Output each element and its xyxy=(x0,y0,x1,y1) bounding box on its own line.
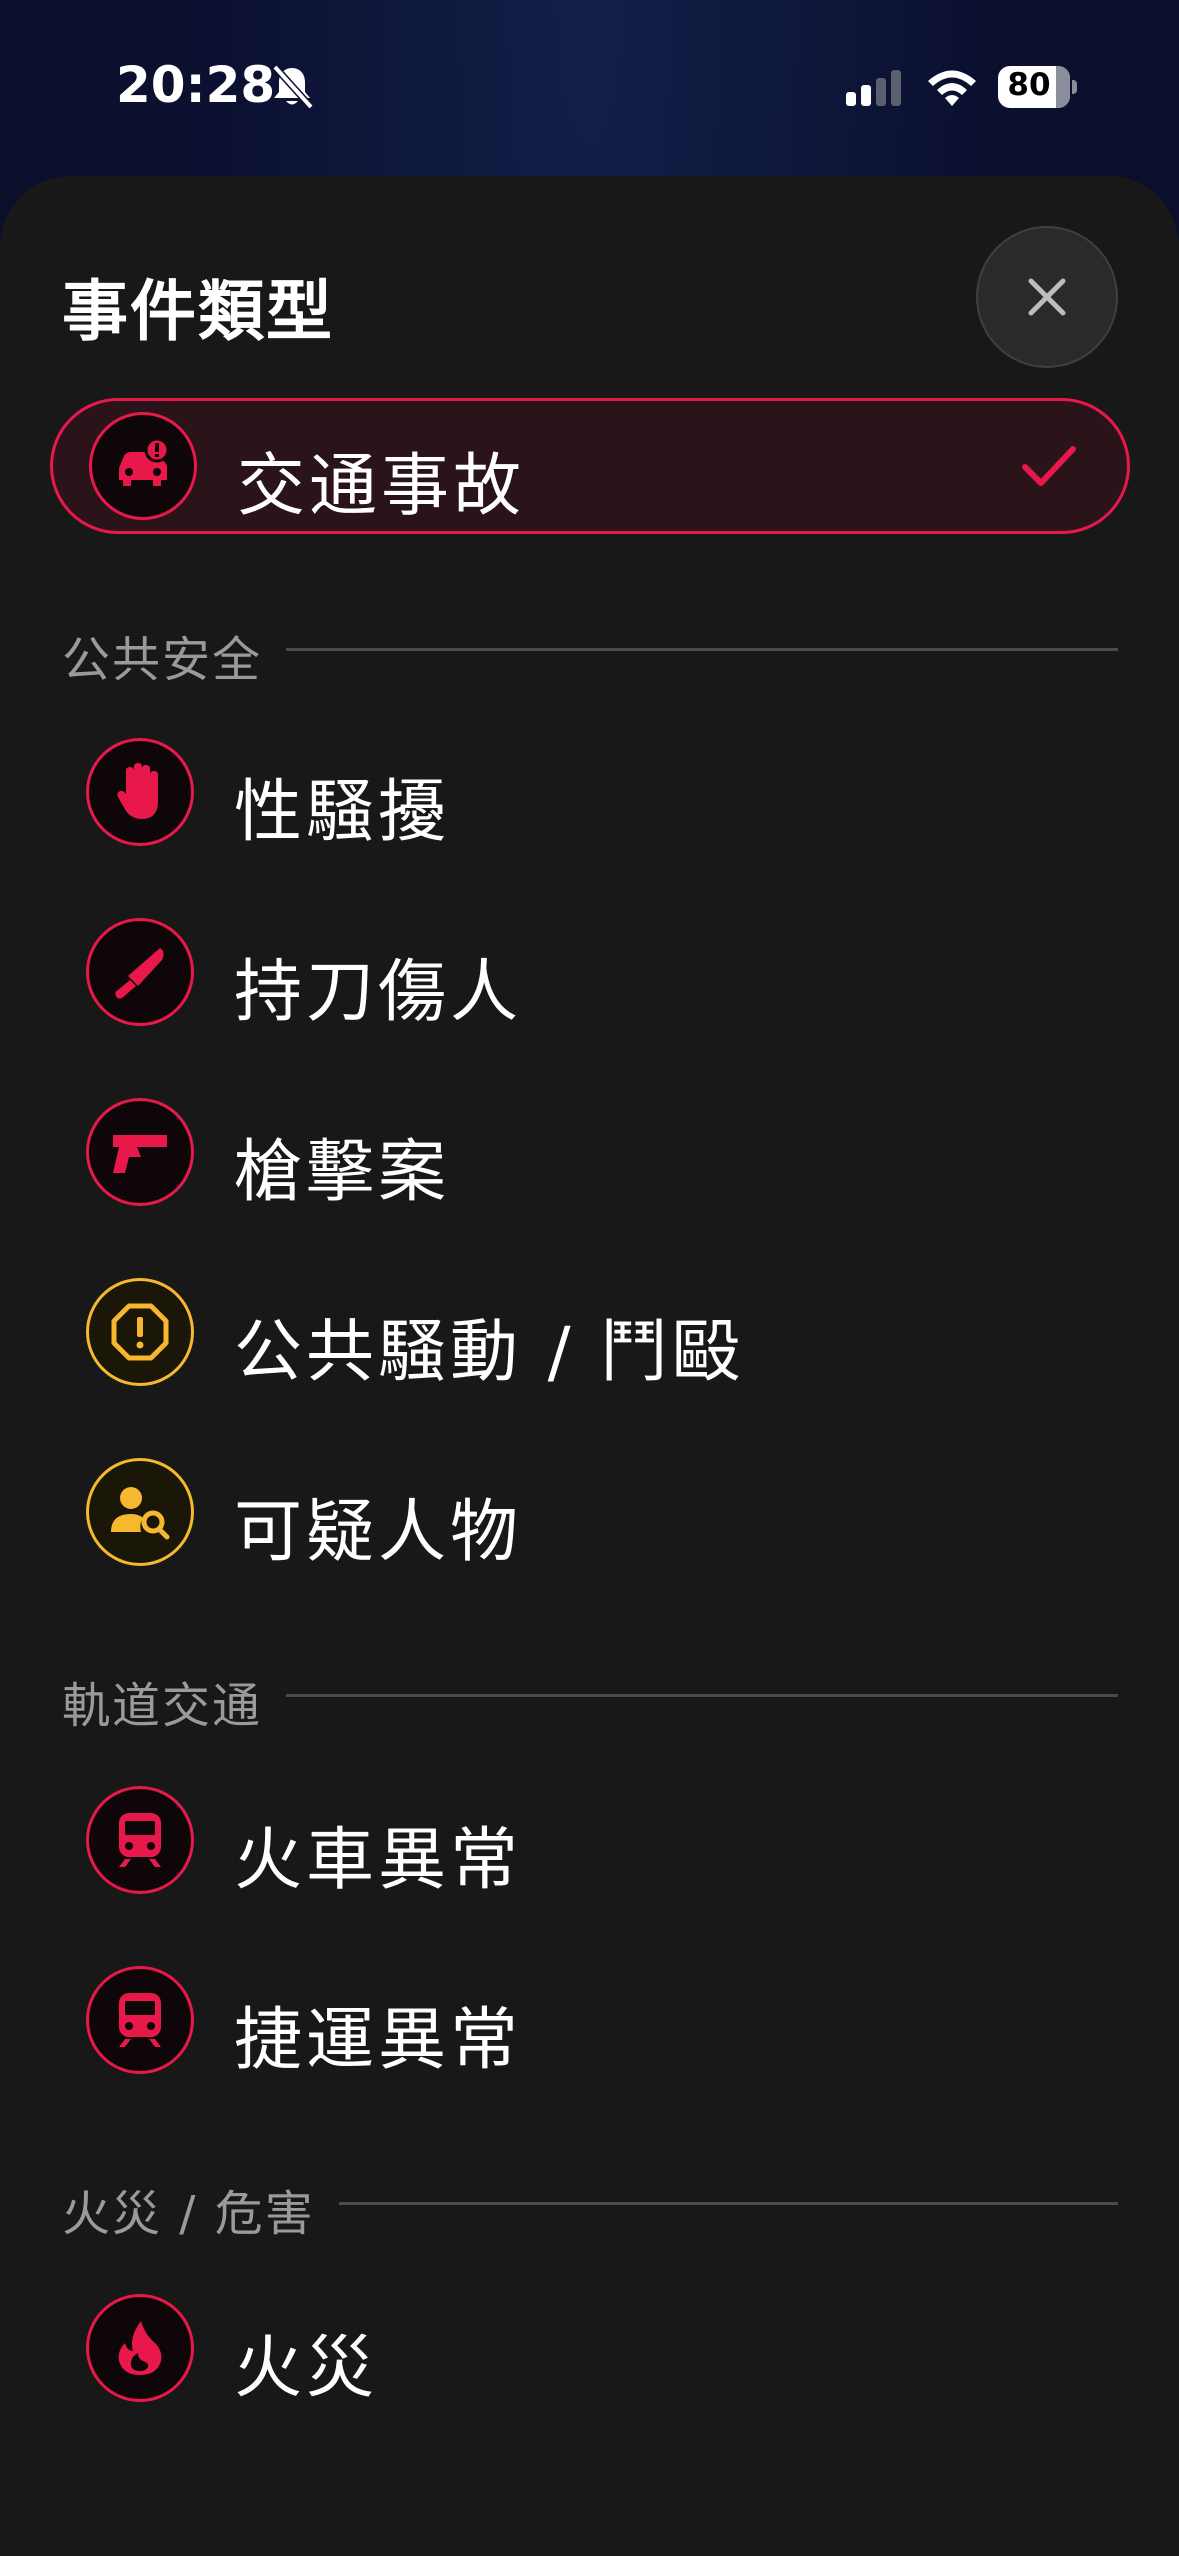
event-type-option[interactable]: 火災 xyxy=(50,2280,1130,2416)
battery-indicator: 80 xyxy=(998,66,1077,108)
option-label: 槍擊案 xyxy=(234,1133,451,1212)
close-button[interactable] xyxy=(976,226,1118,368)
event-type-option[interactable]: 火車異常 xyxy=(50,1772,1130,1908)
bell-slash-icon xyxy=(272,64,314,110)
section-title: 火災 / 危害 xyxy=(62,2186,315,2242)
option-label: 火車異常 xyxy=(234,1821,523,1900)
option-label: 公共騷動 / 鬥毆 xyxy=(234,1313,745,1392)
section-title: 軌道交通 xyxy=(62,1678,263,1734)
event-type-option[interactable]: 公共騷動 / 鬥毆 xyxy=(50,1264,1130,1400)
option-label: 交通事故 xyxy=(237,447,526,526)
close-icon xyxy=(1028,278,1066,316)
checkmark-icon xyxy=(1022,446,1076,486)
option-label: 捷運異常 xyxy=(234,2001,523,2080)
event-type-option[interactable]: 持刀傷人 xyxy=(50,904,1130,1040)
section-divider xyxy=(286,1694,1118,1697)
wifi-icon xyxy=(928,70,976,106)
event-type-option[interactable]: 捷運異常 xyxy=(50,1952,1130,2088)
section-fire-hazard: 火災 / 危害 xyxy=(62,2170,1118,2242)
train-icon xyxy=(119,1813,161,1867)
train-icon xyxy=(119,1993,161,2047)
person-search-icon xyxy=(111,1487,170,1540)
clock: 20:28 xyxy=(116,56,276,114)
option-label: 性騷擾 xyxy=(234,773,451,852)
section-rail-transit: 軌道交通 xyxy=(62,1662,1118,1734)
status-bar: 20:28 80 xyxy=(0,0,1179,170)
cellular-signal-icon xyxy=(846,70,901,106)
gun-icon xyxy=(113,1135,167,1173)
fire-icon xyxy=(118,2321,162,2375)
knife-icon xyxy=(115,948,164,999)
alert-octagon-icon xyxy=(111,1303,169,1361)
section-public-safety: 公共安全 xyxy=(62,616,1118,688)
section-title: 公共安全 xyxy=(62,632,263,688)
event-type-sheet: 事件類型 交通事故 公共安全 性騷擾 持刀傷人 槍擊案 公共騷動 / 鬥毆 可疑… xyxy=(0,176,1179,2556)
event-type-option[interactable]: 槍擊案 xyxy=(50,1084,1130,1220)
option-label: 火災 xyxy=(234,2329,379,2408)
hand-stop-icon xyxy=(117,763,158,819)
event-type-option[interactable]: 性騷擾 xyxy=(50,724,1130,860)
event-type-option[interactable]: 可疑人物 xyxy=(50,1444,1130,1580)
option-label: 持刀傷人 xyxy=(234,953,523,1032)
battery-level: 80 xyxy=(1007,67,1051,103)
sheet-title: 事件類型 xyxy=(62,273,334,350)
car-crash-icon xyxy=(119,438,170,486)
event-type-option-selected[interactable]: 交通事故 xyxy=(50,398,1130,534)
section-divider xyxy=(286,648,1118,651)
section-divider xyxy=(339,2202,1118,2205)
option-label: 可疑人物 xyxy=(234,1493,523,1572)
